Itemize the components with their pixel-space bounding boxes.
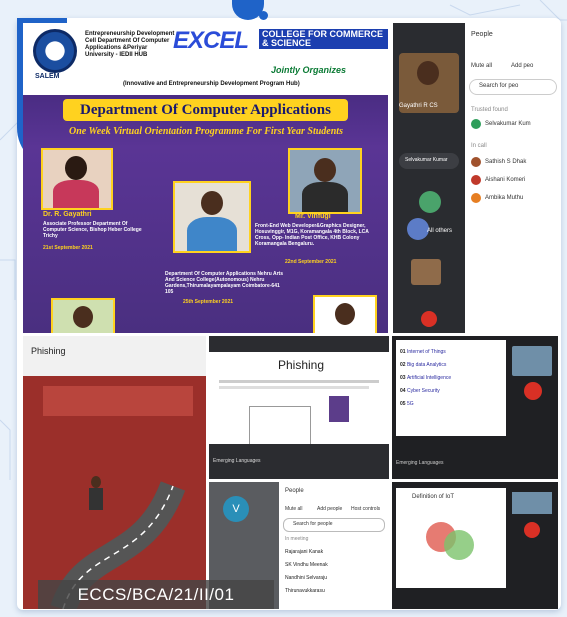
people-search[interactable]: Search for peo <box>479 83 518 89</box>
slide-title: Phishing <box>31 346 66 356</box>
participant-4[interactable]: Ambika Muthu <box>485 195 523 201</box>
bottom-add[interactable]: Add people <box>317 506 342 512</box>
speaker2-date: 22nd September 2021 <box>285 259 337 265</box>
footer-lang: Emerging Languages <box>213 458 261 464</box>
section-label: Trusted found <box>471 107 508 113</box>
mute-all-button[interactable]: Mute all <box>471 63 492 69</box>
speaker3-photo <box>173 181 251 253</box>
participant-2[interactable]: Sathish S Dhak <box>485 159 526 165</box>
speaker3-date: 25th September 2021 <box>183 299 234 305</box>
phishing-title: Phishing <box>277 358 325 372</box>
topic-item: 04 Cyber Security <box>400 388 440 394</box>
bottom-mute[interactable]: Mute all <box>285 506 303 512</box>
speaker1-info: Associate Professor Department Of Comput… <box>43 221 142 239</box>
topics-slide: 01 Internet of Things 02 Big data Analyti… <box>392 336 558 479</box>
speaker2-name: Mr. Vinfugi <box>295 213 331 220</box>
participant-3[interactable]: Aishani Komeri <box>485 177 525 183</box>
program-title: One Week Virtual Orientation Programme F… <box>69 126 343 137</box>
logo-text: SALEM <box>35 73 60 80</box>
bottom-section: In meeting <box>285 536 309 542</box>
event-poster: SALEM Entrepreneurship Development Cell … <box>23 23 388 333</box>
people-list: People Mute all Add peo Search for peo T… <box>465 23 558 333</box>
bottom-people-title: People <box>285 488 304 494</box>
people-title: People <box>471 31 493 38</box>
roadmap-slide: Phishing <box>23 336 206 609</box>
speaker3-info: Department Of Computer Applications Nehr… <box>165 271 283 295</box>
university-logo <box>33 29 77 73</box>
bottom-host-controls[interactable]: Host controls <box>351 506 380 512</box>
meet-people-panel: Gayathri R CS Selvakumar Kumar All other… <box>393 23 558 333</box>
speaker4-photo <box>51 298 115 333</box>
section2-label: In call <box>471 143 487 149</box>
topic-item: 05 5G <box>400 401 414 407</box>
list-item[interactable]: SK Vindhu Meenak <box>285 559 328 572</box>
iot-title: Definition of IoT <box>412 494 455 500</box>
cell-text: Entrepreneurship Development Cell Depart… <box>85 31 175 58</box>
speaker1-date: 21st September 2021 <box>43 245 93 251</box>
all-others: All others <box>427 228 453 234</box>
hub-text: (Innovative and Entrepreneurship Develop… <box>123 81 300 87</box>
photo-caption: ECCS/BCA/21/II/01 <box>38 580 274 609</box>
speaker1-photo <box>41 148 113 210</box>
list-item[interactable]: Thirunavukkarasu <box>285 585 328 598</box>
iot-slide: Definition of IoT <box>392 482 558 609</box>
jointly-text: Jointly Organizes <box>271 65 347 75</box>
topic-item: 02 Big data Analytics <box>400 362 447 368</box>
bottom-search[interactable]: Search for people <box>293 521 332 527</box>
speaker2-photo <box>288 148 362 214</box>
participant-1[interactable]: Selvakumar Kum <box>485 121 531 127</box>
footer-lang-2: Emerging Languages <box>396 460 444 466</box>
college-name: COLLEGE FOR COMMERCE & SCIENCE <box>259 29 388 49</box>
speaker5-photo <box>313 295 377 333</box>
hang-up-button[interactable] <box>421 311 437 327</box>
speaker2-info: Front-End Web Developer&Graphics Designe… <box>255 223 369 247</box>
host-participant: Selvakumar Kumar <box>405 157 448 163</box>
video-column: Gayathri R CS Selvakumar Kumar All other… <box>393 23 465 333</box>
decorative-blue-dot <box>259 11 268 20</box>
add-people-button[interactable]: Add peo <box>511 63 533 69</box>
poster-header: SALEM Entrepreneurship Development Cell … <box>23 23 388 95</box>
list-item[interactable]: Rajarajani Kanak <box>285 546 328 559</box>
speaker1-name: Dr. R. Gayathri <box>43 211 92 218</box>
phishing-slide: Phishing Emerging Languages <box>209 336 389 479</box>
topic-item: 03 Artificial Intelligence <box>400 375 452 381</box>
topic-item: 01 Internet of Things <box>400 349 446 355</box>
brand-name: EXCEL <box>173 27 249 54</box>
department-banner: Department Of Computer Applications <box>63 99 348 121</box>
list-item[interactable]: Nandhini Selvaraju <box>285 572 328 585</box>
video-label: Gayathri R CS <box>399 103 438 109</box>
